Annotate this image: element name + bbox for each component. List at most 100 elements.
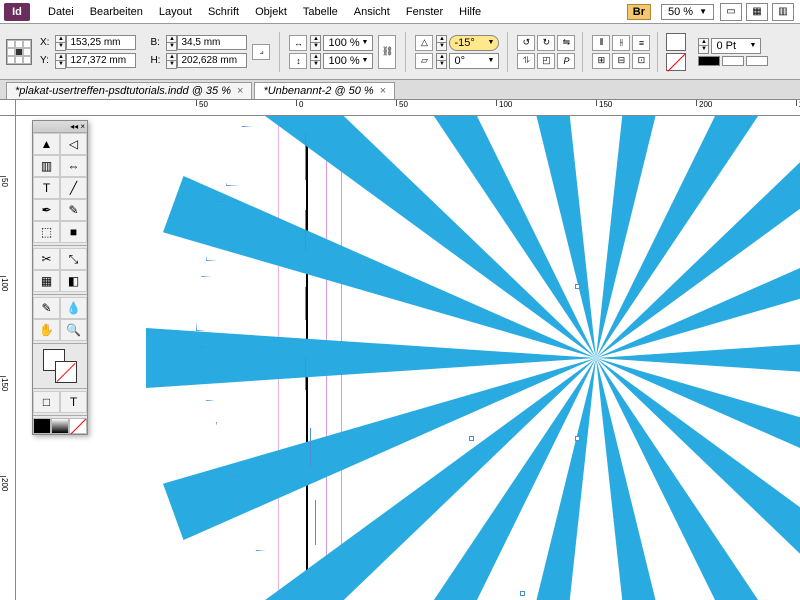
apply-gradient[interactable] (51, 418, 69, 434)
scale-y-stepper[interactable]: ▲▼ (310, 53, 321, 69)
scale-y-field[interactable]: 100 %▼ (323, 53, 373, 69)
app-icon-indesign: Id (4, 3, 30, 21)
h-label: H: (150, 55, 160, 66)
free-transform-tool[interactable]: ⤡ (60, 248, 87, 270)
menu-bearbeiten[interactable]: Bearbeiten (82, 3, 151, 21)
rotate-icon: △ (415, 35, 433, 51)
horizontal-ruler[interactable]: 50 0 50 100 150 200 250 (16, 100, 800, 116)
zoom-level-combo[interactable]: 50 %▼ (661, 4, 714, 20)
scale-x-stepper[interactable]: ▲▼ (310, 35, 321, 51)
document-tab-bar: *plakat-usertreffen-psdtutorials.indd @ … (0, 80, 800, 100)
apply-none[interactable] (69, 418, 87, 434)
y-label: Y: (40, 55, 49, 66)
x-label: X: (40, 37, 49, 48)
h-stepper[interactable]: ▲▼ (166, 53, 177, 69)
reference-point-grid[interactable] (6, 39, 32, 65)
w-label: B: (150, 37, 160, 48)
fill-swatch[interactable] (666, 33, 686, 51)
link-scale-icon[interactable]: ⛓ (378, 35, 396, 69)
menu-layout[interactable]: Layout (151, 3, 200, 21)
stroke-style-2[interactable] (722, 56, 744, 66)
rectangle-tool[interactable]: ■ (60, 221, 87, 243)
gradient-feather-tool[interactable]: ◧ (60, 270, 87, 292)
menu-objekt[interactable]: Objekt (247, 3, 295, 21)
align-icon-4[interactable]: ⊞ (592, 53, 610, 69)
scale-y-icon: ↕ (289, 53, 307, 69)
hand-tool[interactable]: ✋ (33, 319, 60, 341)
tab-plakat[interactable]: *plakat-usertreffen-psdtutorials.indd @ … (6, 82, 252, 99)
bridge-badge[interactable]: Br (627, 4, 651, 20)
rotate-field[interactable]: -15°▼ (449, 35, 499, 51)
selection-tool[interactable]: ▲ (33, 133, 60, 155)
stroke-style-1[interactable] (698, 56, 720, 66)
gap-tool[interactable]: ⇔ (60, 155, 87, 177)
direct-selection-tool[interactable]: ◁ (60, 133, 87, 155)
shear-field[interactable]: 0°▼ (449, 53, 499, 69)
type-tool[interactable]: T (33, 177, 60, 199)
menu-fenster[interactable]: Fenster (398, 3, 451, 21)
align-icon-5[interactable]: ⊟ (612, 53, 630, 69)
chevron-down-icon: ▼ (699, 7, 707, 16)
pencil-tool[interactable]: ✎ (60, 199, 87, 221)
page-tool[interactable]: ▥ (33, 155, 60, 177)
tools-panel: ◂◂ × ▲◁▥⇔T╱✒✎⬚■✂⤡▦◧✎💧✋🔍□T (32, 120, 88, 435)
h-field[interactable]: 202,628 mm (177, 53, 247, 68)
panel-header[interactable]: ◂◂ × (33, 121, 87, 133)
rotate-stepper[interactable]: ▲▼ (436, 35, 447, 51)
menu-datei[interactable]: Datei (40, 3, 82, 21)
formatting-text-icon[interactable]: T (60, 391, 87, 413)
ruler-origin[interactable] (0, 100, 16, 116)
screen-mode-icon[interactable]: ▭ (720, 3, 742, 21)
workspace: 50 0 50 100 150 200 250 50 100 150 200 (0, 100, 800, 600)
stroke-style-3[interactable] (746, 56, 768, 66)
select-container-icon[interactable]: ◰ (537, 53, 555, 69)
align-icon-6[interactable]: ⊡ (632, 53, 650, 69)
canvas[interactable] (16, 116, 800, 600)
shear-stepper[interactable]: ▲▼ (436, 53, 447, 69)
formatting-container-icon[interactable]: □ (33, 391, 60, 413)
close-icon[interactable]: × (380, 85, 386, 97)
w-stepper[interactable]: ▲▼ (166, 35, 177, 51)
align-icon-3[interactable]: ≡ (632, 35, 650, 51)
note-tool[interactable]: ✎ (33, 297, 60, 319)
pen-tool[interactable]: ✒ (33, 199, 60, 221)
stroke-weight-stepper[interactable]: ▲▼ (698, 38, 709, 54)
y-stepper[interactable]: ▲▼ (55, 53, 66, 69)
flip-h-icon[interactable]: ⇋ (557, 35, 575, 51)
scissors-tool[interactable]: ✂ (33, 248, 60, 270)
scale-x-icon: ↔ (289, 35, 307, 51)
vertical-ruler[interactable]: 50 100 150 200 (0, 116, 16, 600)
menu-schrift[interactable]: Schrift (200, 3, 247, 21)
fill-stroke-proxy[interactable] (33, 346, 87, 386)
close-icon[interactable]: × (237, 85, 243, 97)
stroke-swatch[interactable] (666, 53, 686, 71)
control-panel: X: ▲▼153,25 mm Y: ▲▼127,372 mm B: ▲▼34,5… (0, 24, 800, 80)
constrain-proportions-icon[interactable]: ⟓ (252, 44, 270, 60)
arrange-documents-icon[interactable]: ▦ (746, 3, 768, 21)
scale-x-field[interactable]: 100 %▼ (323, 35, 373, 51)
zoom-tool[interactable]: 🔍 (60, 319, 87, 341)
x-stepper[interactable]: ▲▼ (55, 35, 66, 51)
apply-color[interactable] (33, 418, 51, 434)
shear-icon: ▱ (415, 53, 433, 69)
menu-ansicht[interactable]: Ansicht (346, 3, 398, 21)
rectangle-frame-tool[interactable]: ⬚ (33, 221, 60, 243)
y-field[interactable]: 127,372 mm (66, 53, 136, 68)
align-icon-2[interactable]: ⫲ (612, 35, 630, 51)
tab-unbenannt[interactable]: *Unbenannt-2 @ 50 %× (254, 82, 395, 99)
menu-tabelle[interactable]: Tabelle (295, 3, 346, 21)
gradient-swatch-tool[interactable]: ▦ (33, 270, 60, 292)
rotate-ccw-icon[interactable]: ↺ (517, 35, 535, 51)
align-icon-1[interactable]: ⫴ (592, 35, 610, 51)
stroke-weight-field[interactable]: 0 Pt▼ (711, 38, 761, 54)
menubar: Id Datei Bearbeiten Layout Schrift Objek… (0, 0, 800, 24)
rotate-cw-icon[interactable]: ↻ (537, 35, 555, 51)
p-icon[interactable]: P (557, 53, 575, 69)
menu-hilfe[interactable]: Hilfe (451, 3, 489, 21)
line-tool[interactable]: ╱ (60, 177, 87, 199)
w-field[interactable]: 34,5 mm (177, 35, 247, 50)
x-field[interactable]: 153,25 mm (66, 35, 136, 50)
flip-v-icon[interactable]: ⥮ (517, 53, 535, 69)
workspace-switcher-icon[interactable]: ▥ (772, 3, 794, 21)
eyedropper-tool[interactable]: 💧 (60, 297, 87, 319)
